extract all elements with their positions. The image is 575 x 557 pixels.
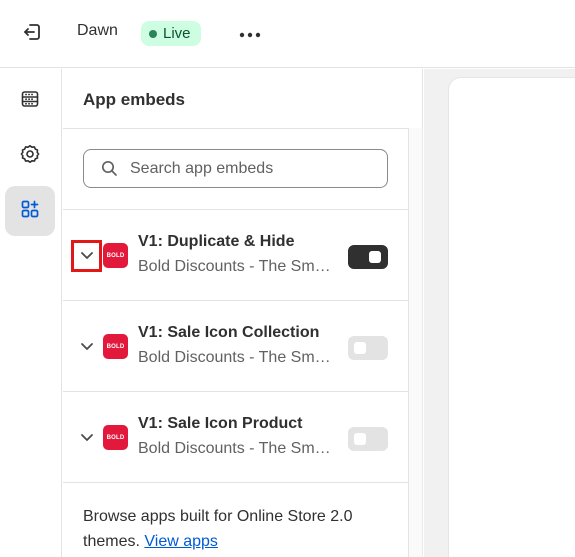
panel-scrollbar[interactable] bbox=[408, 128, 423, 557]
embed-title: V1: Sale Icon Product bbox=[138, 415, 303, 432]
toggle-knob bbox=[354, 342, 366, 354]
panel-header: App embeds bbox=[63, 69, 423, 129]
live-dot-icon bbox=[149, 29, 157, 38]
settings-gear-icon bbox=[20, 144, 40, 169]
embed-row: BOLD V1: Sale Icon Product Bold Discount… bbox=[63, 391, 408, 482]
preview-frame[interactable] bbox=[449, 78, 575, 557]
chevron-down-icon bbox=[80, 429, 94, 447]
bold-app-logo: BOLD bbox=[103, 334, 128, 359]
view-apps-link[interactable]: View apps bbox=[144, 533, 218, 550]
sections-icon bbox=[20, 89, 40, 114]
exit-icon bbox=[21, 21, 43, 48]
status-badge-label: Live bbox=[163, 25, 191, 42]
left-rail bbox=[0, 69, 62, 557]
exit-button[interactable] bbox=[18, 20, 46, 48]
rail-sections-button[interactable] bbox=[5, 76, 55, 126]
more-horizontal-icon bbox=[239, 25, 261, 43]
panel-divider bbox=[408, 69, 423, 128]
top-bar: Dawn Live bbox=[0, 0, 575, 68]
toggle-knob bbox=[354, 433, 366, 445]
embed-toggle-switch[interactable] bbox=[348, 245, 388, 269]
chevron-down-icon bbox=[80, 247, 94, 265]
embed-subtitle: Bold Discounts - The Smart Discounts App bbox=[138, 440, 333, 457]
row-divider bbox=[63, 482, 408, 483]
expand-toggle-button[interactable] bbox=[73, 333, 100, 361]
bold-app-logo: BOLD bbox=[103, 243, 128, 268]
embed-title: V1: Sale Icon Collection bbox=[138, 324, 320, 341]
embed-title: V1: Duplicate & Hide bbox=[138, 233, 295, 250]
embed-toggle-switch[interactable] bbox=[348, 427, 388, 451]
search-input[interactable] bbox=[130, 159, 360, 178]
search-field[interactable] bbox=[83, 149, 388, 188]
embed-subtitle: Bold Discounts - The Smart Discounts App bbox=[138, 349, 333, 366]
embed-subtitle: Bold Discounts - The Smart Discounts App bbox=[138, 258, 333, 275]
panel-title: App embeds bbox=[83, 90, 186, 109]
app-embeds-panel: App embeds BOLD V1: Duplicate & Hide Bol… bbox=[63, 69, 423, 557]
more-actions-button[interactable] bbox=[234, 20, 266, 48]
app-embeds-icon bbox=[20, 199, 40, 224]
status-badge: Live bbox=[141, 21, 201, 46]
embed-row: BOLD V1: Duplicate & Hide Bold Discounts… bbox=[63, 209, 408, 300]
embed-toggle-switch[interactable] bbox=[348, 336, 388, 360]
toggle-knob bbox=[369, 251, 381, 263]
chevron-down-icon bbox=[80, 338, 94, 356]
embed-row: BOLD V1: Sale Icon Collection Bold Disco… bbox=[63, 300, 408, 391]
browse-apps-text: Browse apps built for Online Store 2.0 t… bbox=[83, 504, 393, 554]
search-icon bbox=[101, 160, 118, 177]
expand-toggle-button[interactable] bbox=[71, 240, 102, 272]
bold-app-logo: BOLD bbox=[103, 425, 128, 450]
rail-app-embeds-button[interactable] bbox=[5, 186, 55, 236]
theme-name: Dawn bbox=[77, 22, 118, 39]
expand-toggle-button[interactable] bbox=[73, 424, 100, 452]
rail-settings-button[interactable] bbox=[5, 131, 55, 181]
